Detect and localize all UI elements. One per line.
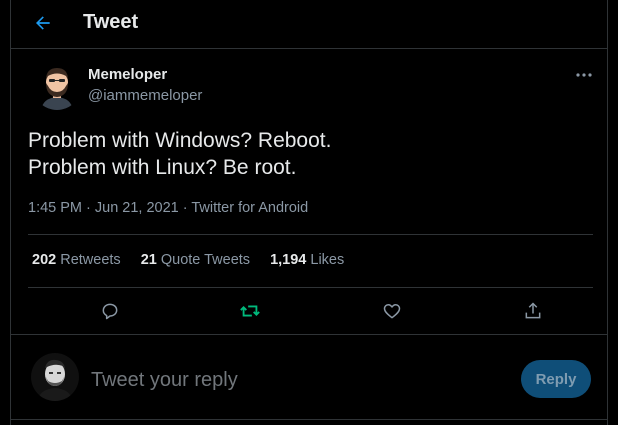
quote-tweets-count: 21 <box>140 252 157 268</box>
retweet-button[interactable] <box>238 299 262 323</box>
user-avatar-image <box>31 353 79 401</box>
retweets-stat[interactable]: 202 Retweets <box>32 252 121 268</box>
header: Tweet <box>11 0 607 49</box>
quote-tweets-label: Quote Tweets <box>160 252 251 268</box>
share-button[interactable] <box>521 299 545 323</box>
retweets-label: Retweets <box>60 252 121 268</box>
likes-count: 1,194 <box>270 252 307 268</box>
likes-label: Likes <box>310 252 345 268</box>
tweet-text: Problem with Windows? Reboot. Problem wi… <box>28 127 331 181</box>
user-avatar[interactable] <box>31 353 79 401</box>
tweet-line: Problem with Linux? Be root. <box>28 156 297 179</box>
quote-tweets-stat[interactable]: 21 Quote Tweets <box>141 252 250 268</box>
retweet-icon <box>240 305 260 317</box>
tweet-line: Problem with Windows? Reboot. <box>28 129 332 152</box>
like-button[interactable] <box>380 299 404 323</box>
more-icon <box>576 73 592 77</box>
author-name[interactable]: Memeloper <box>88 66 167 83</box>
tweet-timestamp[interactable]: 1:45 PM · Jun 21, 2021 · Twitter for And… <box>28 200 308 216</box>
tweet-column: Tweet Memeloper @iammemeloper Problem wi… <box>10 0 608 425</box>
retweets-count: 202 <box>32 252 57 268</box>
divider <box>28 287 593 288</box>
reply-submit-button[interactable]: Reply <box>521 360 591 398</box>
author-avatar[interactable] <box>33 62 81 110</box>
likes-stat[interactable]: 1,194 Likes <box>270 252 344 268</box>
back-arrow-icon <box>36 16 50 30</box>
author-avatar-image <box>33 62 81 110</box>
share-icon <box>525 302 541 319</box>
author-handle[interactable]: @iammemeloper <box>88 87 202 104</box>
more-options-button[interactable] <box>571 66 597 84</box>
page-title: Tweet <box>83 11 139 33</box>
tweet-stats: 202 Retweets 21 Quote Tweets 1,194 Likes <box>32 252 344 268</box>
reply-button[interactable] <box>98 299 122 323</box>
back-button[interactable] <box>31 11 55 35</box>
reply-icon <box>102 303 118 320</box>
tweet-actions <box>28 291 593 331</box>
like-icon <box>383 304 401 319</box>
divider <box>28 234 593 235</box>
reply-input[interactable] <box>89 365 493 395</box>
reply-composer: Reply <box>11 334 607 420</box>
